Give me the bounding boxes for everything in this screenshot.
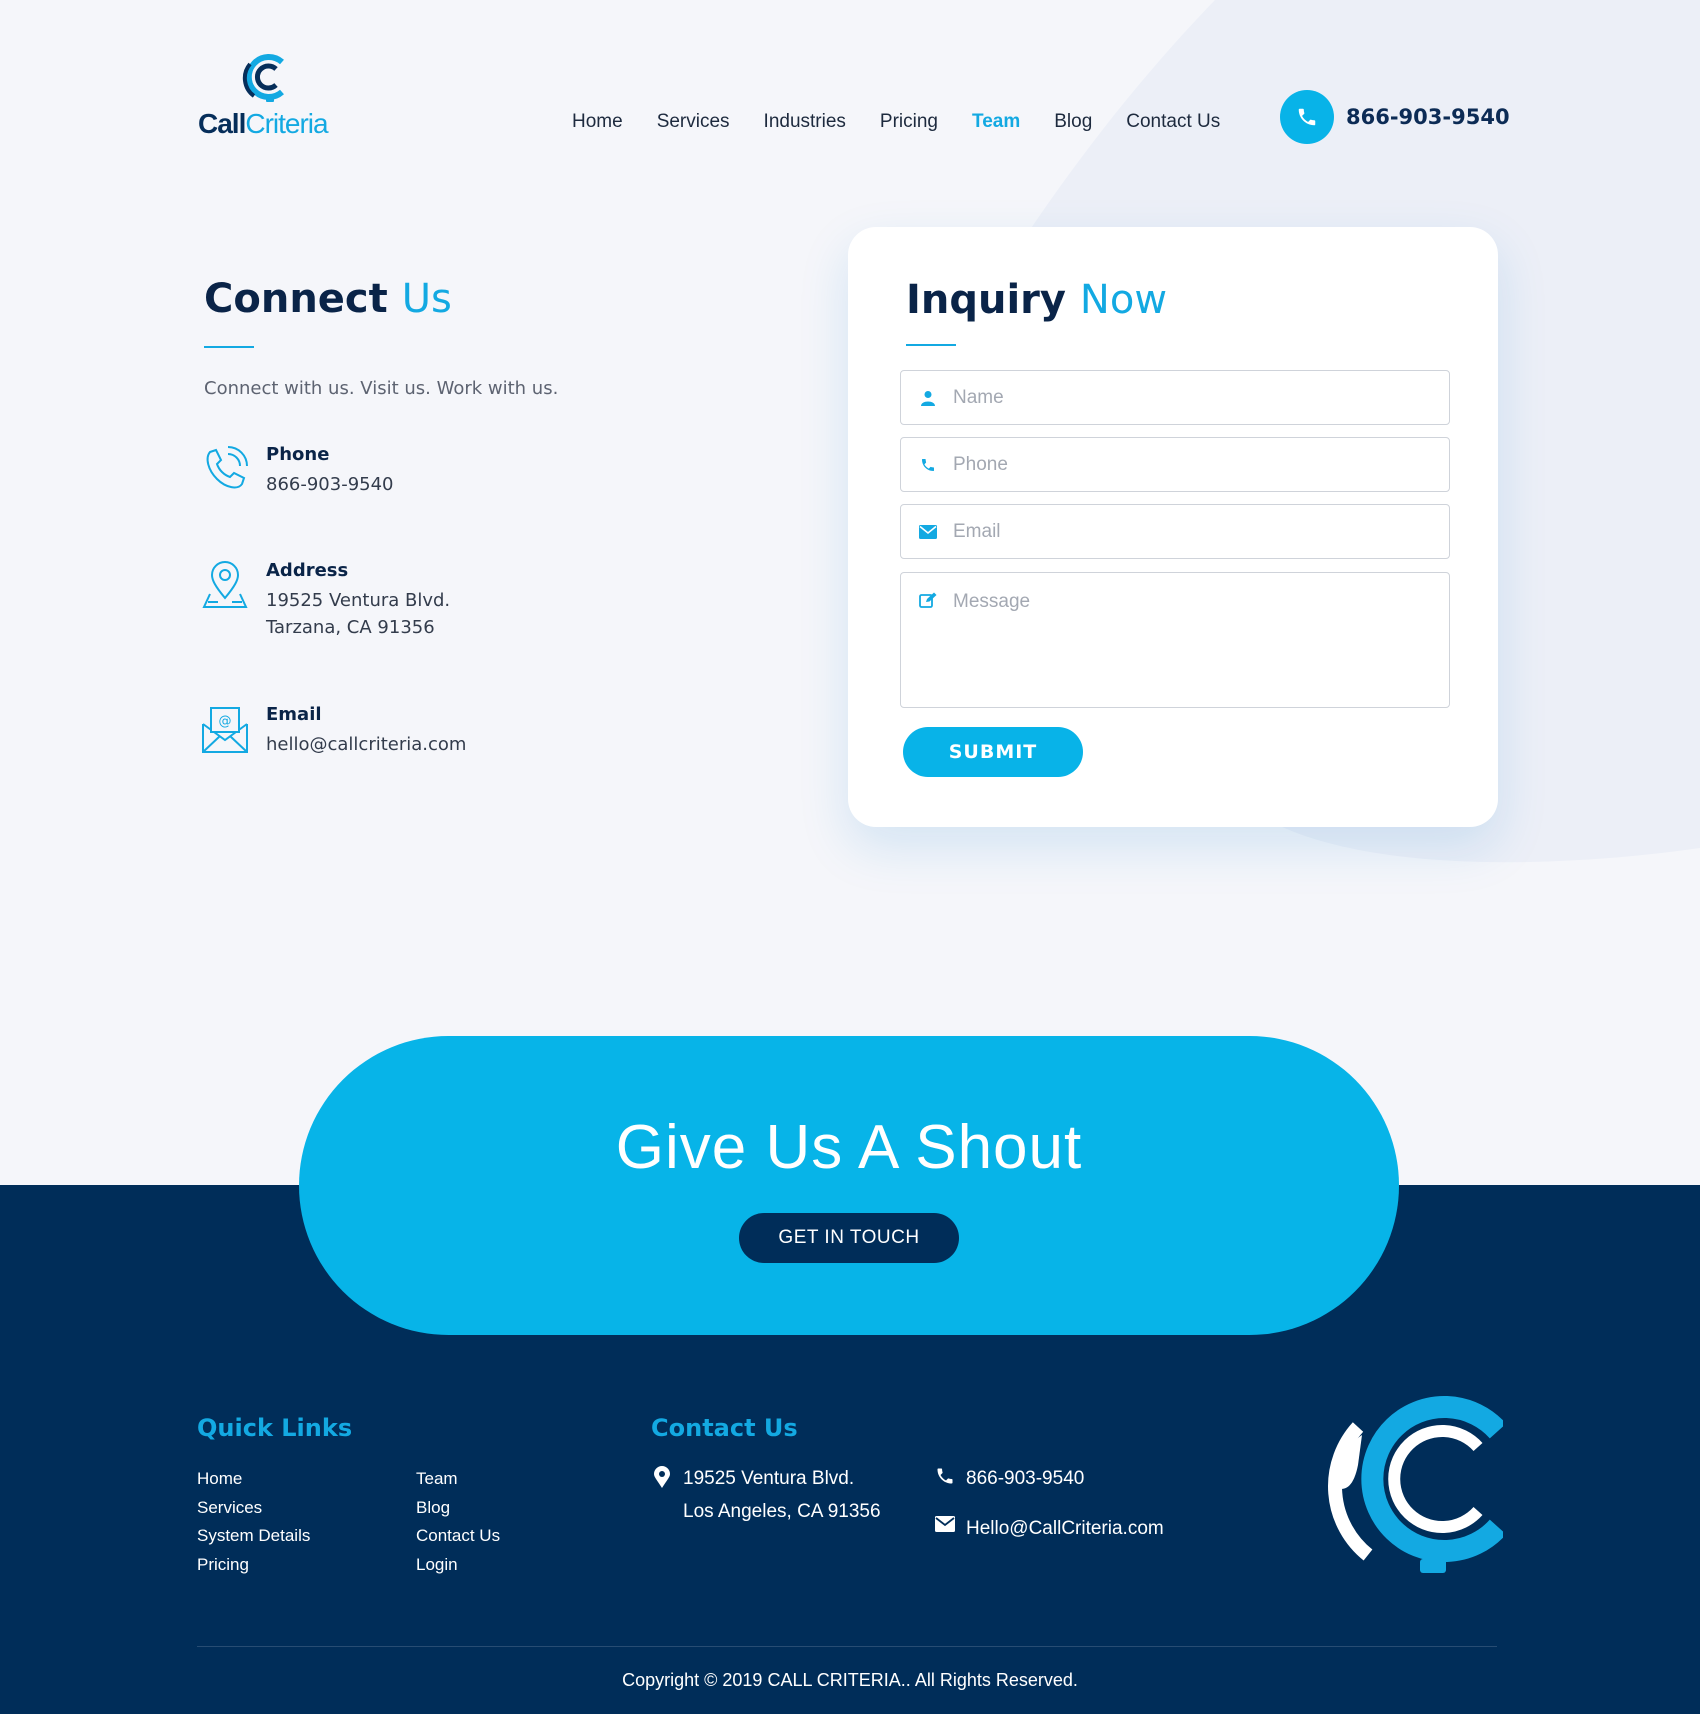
phone-field[interactable] — [900, 437, 1450, 492]
footer-link-pricing[interactable]: Pricing — [197, 1551, 310, 1580]
copyright: Copyright © 2019 CALL CRITERIA.. All Rig… — [622, 1670, 1078, 1690]
connect-title: Connect Us — [204, 276, 764, 322]
contact-address-value: 19525 Ventura Blvd. Tarzana, CA 91356 — [266, 587, 450, 641]
connect-section: Connect Us Connect with us. Visit us. Wo… — [202, 276, 764, 755]
footer-address-line1: 19525 Ventura Blvd. — [683, 1468, 855, 1489]
footer-link-blog[interactable]: Blog — [416, 1494, 500, 1523]
get-in-touch-button[interactable]: GET IN TOUCH — [739, 1213, 959, 1263]
quick-links-heading: Quick Links — [197, 1414, 353, 1442]
email-input[interactable] — [953, 520, 1433, 543]
contact-address-line2: Tarzana, CA 91356 — [266, 617, 435, 638]
footer-link-team[interactable]: Team — [416, 1465, 500, 1494]
logo-word-light: Criteria — [245, 108, 328, 139]
nav-blog[interactable]: Blog — [1054, 111, 1092, 133]
envelope-outline-icon: @ — [202, 707, 248, 753]
main-nav: Home Services Industries Pricing Team Bl… — [572, 111, 1254, 133]
nav-pricing[interactable]: Pricing — [880, 111, 938, 133]
footer-logo-icon — [1328, 1396, 1503, 1573]
footer-address: 19525 Ventura Blvd. Los Angeles, CA 9135… — [651, 1462, 881, 1528]
map-pin-icon — [202, 561, 248, 608]
header-phone[interactable]: 866-903-9540 — [1280, 90, 1510, 144]
connect-title-light: Us — [401, 276, 452, 322]
nav-contact-us[interactable]: Contact Us — [1126, 111, 1220, 133]
footer-phone[interactable]: 866-903-9540 — [934, 1462, 1084, 1495]
logo-word-bold: Call — [198, 108, 246, 139]
contact-phone: Phone 866-903-9540 — [204, 444, 394, 498]
footer-contact-heading: Contact Us — [651, 1414, 798, 1442]
shout-banner: Give Us A Shout GET IN TOUCH — [299, 1036, 1399, 1335]
connect-title-bold: Connect — [204, 276, 388, 322]
connect-subtitle: Connect with us. Visit us. Work with us. — [204, 378, 559, 399]
quick-links-col1: Home Services System Details Pricing — [197, 1465, 310, 1579]
contact-email-value[interactable]: hello@callcriteria.com — [266, 731, 466, 758]
header-phone-number: 866-903-9540 — [1346, 105, 1510, 129]
phone-input[interactable] — [953, 453, 1433, 476]
nav-services[interactable]: Services — [657, 111, 730, 133]
footer-divider — [197, 1646, 1497, 1647]
contact-email: @ Email hello@callcriteria.com — [202, 704, 466, 758]
nav-team[interactable]: Team — [972, 111, 1020, 133]
phone-icon — [934, 1462, 956, 1495]
footer-address-line2: Los Angeles, CA 91356 — [683, 1501, 881, 1522]
envelope-icon — [919, 523, 937, 541]
map-marker-icon — [651, 1462, 673, 1528]
footer-link-contact-us[interactable]: Contact Us — [416, 1522, 500, 1551]
logo-wordmark: CallCriteria — [198, 108, 329, 140]
name-field[interactable] — [900, 370, 1450, 425]
footer-phone-number: 866-903-9540 — [966, 1468, 1085, 1489]
footer-link-system-details[interactable]: System Details — [197, 1522, 310, 1551]
contact-address: Address 19525 Ventura Blvd. Tarzana, CA … — [202, 560, 450, 641]
quick-links-col2: Team Blog Contact Us Login — [416, 1465, 500, 1579]
inquiry-title-light: Now — [1079, 277, 1168, 323]
inquiry-title: Inquiry Now — [906, 277, 1167, 323]
inquiry-title-bold: Inquiry — [906, 277, 1066, 323]
user-icon — [919, 389, 937, 407]
submit-button[interactable]: SUBMIT — [903, 727, 1083, 777]
connect-title-underline — [204, 346, 254, 348]
footer-link-services[interactable]: Services — [197, 1494, 310, 1523]
footer-link-home[interactable]: Home — [197, 1465, 310, 1494]
contact-phone-value[interactable]: 866-903-9540 — [266, 471, 394, 498]
svg-text:@: @ — [219, 714, 232, 729]
footer-email[interactable]: Hello@CallCriteria.com — [934, 1512, 1164, 1545]
inquiry-title-underline — [906, 344, 956, 346]
footer-email-address: Hello@CallCriteria.com — [966, 1518, 1164, 1539]
contact-email-label: Email — [266, 704, 322, 725]
phone-icon — [919, 456, 937, 474]
contact-address-label: Address — [266, 560, 349, 581]
phone-outline-icon — [206, 446, 248, 489]
message-field[interactable] — [900, 572, 1450, 708]
inquiry-form: Inquiry Now SUBMIT — [848, 227, 1498, 827]
contact-phone-label: Phone — [266, 444, 330, 465]
shout-title: Give Us A Shout — [615, 1113, 1083, 1182]
envelope-icon — [934, 1512, 956, 1545]
logo-mark-icon — [242, 54, 284, 102]
nav-home[interactable]: Home — [572, 111, 623, 133]
footer-link-login[interactable]: Login — [416, 1551, 500, 1580]
contact-address-line1: 19525 Ventura Blvd. — [266, 590, 451, 611]
message-input[interactable] — [953, 591, 1433, 691]
nav-industries[interactable]: Industries — [764, 111, 846, 133]
email-field[interactable] — [900, 504, 1450, 559]
logo[interactable]: CallCriteria — [198, 52, 348, 142]
name-input[interactable] — [953, 386, 1433, 409]
phone-icon — [1280, 90, 1334, 144]
edit-icon — [919, 591, 937, 609]
